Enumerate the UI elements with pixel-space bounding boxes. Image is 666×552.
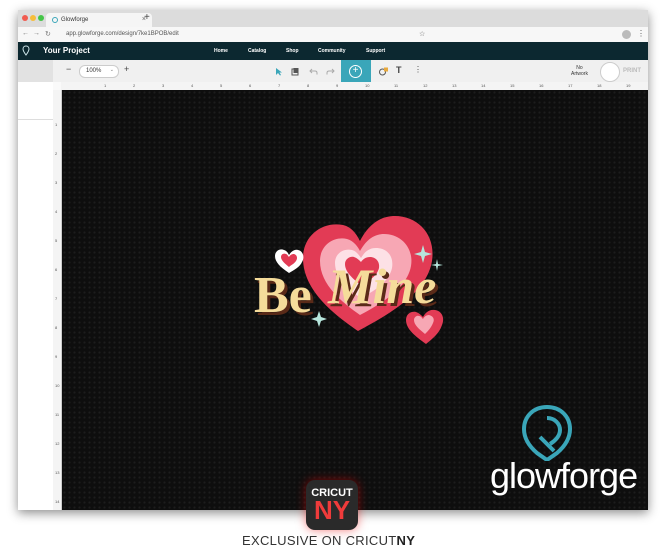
toolbar-left-panel xyxy=(18,60,53,82)
more-options-icon[interactable]: ⋮ xyxy=(414,65,422,74)
ruler-tick-label: 13 xyxy=(452,83,457,88)
ruler-tick-label: 1 xyxy=(104,83,107,88)
ruler-tick-label: 5 xyxy=(220,83,223,88)
cricutny-badge: CRICUT NY xyxy=(306,480,358,530)
zoom-out-button[interactable]: − xyxy=(66,64,71,74)
bookmark-star-icon[interactable]: ☆ xyxy=(419,30,425,38)
panel-divider xyxy=(18,119,53,120)
nav-community[interactable]: Community xyxy=(318,48,346,54)
ruler-tick-label: 14 xyxy=(55,499,60,504)
layers-icon[interactable] xyxy=(291,67,300,76)
ruler-tick-label: 2 xyxy=(55,151,58,156)
glowforge-mark-icon xyxy=(521,404,573,461)
ruler-tick-label: 6 xyxy=(249,83,252,88)
ruler-tick-label: 19 xyxy=(626,83,631,88)
ruler-tick-label: 8 xyxy=(55,325,58,330)
text-tool-icon[interactable]: T xyxy=(396,65,402,75)
glowforge-wordmark: glowforge xyxy=(490,455,638,496)
redo-icon[interactable] xyxy=(326,67,335,76)
close-window-button[interactable] xyxy=(22,15,28,21)
ruler-tick-label: 14 xyxy=(481,83,486,88)
browser-tab[interactable]: Glowforge × xyxy=(46,13,152,27)
browser-menu-icon[interactable]: ⋮ xyxy=(637,29,645,38)
ruler-tick-label: 17 xyxy=(568,83,573,88)
browser-tab-bar: Glowforge × + xyxy=(18,10,648,27)
glowforge-watermark: glowforge xyxy=(490,403,638,496)
ruler-tick-label: 12 xyxy=(423,83,428,88)
select-cursor-icon[interactable] xyxy=(275,67,283,76)
project-title[interactable]: Your Project xyxy=(43,46,90,55)
nav-home[interactable]: Home xyxy=(214,48,228,54)
maximize-window-button[interactable] xyxy=(38,15,44,21)
nav-catalog[interactable]: Catalog xyxy=(248,48,266,54)
profile-avatar[interactable] xyxy=(622,30,631,39)
left-side-panel xyxy=(18,82,53,510)
ruler-tick-label: 3 xyxy=(55,180,58,185)
editor-toolbar: − 100% ⌄ + + T ⋮ No Artwork PRINT xyxy=(18,60,648,83)
plus-circle-icon: + xyxy=(349,65,362,78)
ruler-tick-label: 10 xyxy=(55,383,60,388)
new-tab-button[interactable]: + xyxy=(144,12,150,23)
undo-icon[interactable] xyxy=(309,67,318,76)
design-text-be: Be xyxy=(254,267,312,324)
print-status-line2: Artwork xyxy=(571,71,588,77)
zoom-in-button[interactable]: + xyxy=(124,64,129,74)
glowforge-favicon-icon xyxy=(52,17,58,23)
be-mine-heart-design[interactable]: Be Be Mine Mine xyxy=(243,203,453,348)
chevron-down-icon: ⌄ xyxy=(109,67,114,73)
zoom-select[interactable]: 100% ⌄ xyxy=(79,65,119,78)
ruler-tick-label: 8 xyxy=(307,83,310,88)
app-header: Your Project Home Catalog Shop Community… xyxy=(18,42,648,60)
print-button[interactable] xyxy=(600,62,620,82)
print-status: No Artwork xyxy=(571,65,588,77)
forward-arrow-icon[interactable]: → xyxy=(33,30,40,37)
ruler-tick-label: 6 xyxy=(55,267,58,272)
ruler-tick-label: 11 xyxy=(55,412,60,417)
glowforge-logo-icon[interactable] xyxy=(22,45,30,56)
ruler-tick-label: 4 xyxy=(191,83,194,88)
ruler-tick-label: 12 xyxy=(55,441,60,446)
exclusive-caption-suffix: NY xyxy=(396,533,416,548)
reload-icon[interactable]: ↻ xyxy=(45,30,51,38)
nav-support[interactable]: Support xyxy=(366,48,385,54)
address-bar[interactable]: app.glowforge.com/design/7ke1BPOB/edit ☆ xyxy=(63,30,623,39)
ruler-tick-label: 7 xyxy=(278,83,281,88)
add-artwork-button[interactable]: + xyxy=(341,60,371,82)
tab-title: Glowforge xyxy=(61,17,89,23)
ruler-tick-label: 9 xyxy=(55,354,58,359)
address-bar-row: ← → ↻ app.glowforge.com/design/7ke1BPOB/… xyxy=(18,27,648,43)
ruler-tick-label: 4 xyxy=(55,209,58,214)
url-text[interactable]: app.glowforge.com/design/7ke1BPOB/edit xyxy=(66,31,179,37)
ruler-tick-label: 2 xyxy=(133,83,136,88)
back-arrow-icon[interactable]: ← xyxy=(22,30,29,37)
exclusive-caption: EXCLUSIVE ON CRICUTNY xyxy=(242,533,415,548)
zoom-level: 100% xyxy=(86,68,102,74)
minimize-window-button[interactable] xyxy=(30,15,36,21)
exclusive-caption-prefix: EXCLUSIVE ON CRICUT xyxy=(242,533,397,548)
ruler-tick-label: 11 xyxy=(394,83,399,88)
ruler-tick-label: 18 xyxy=(597,83,602,88)
design-text-mine: Mine xyxy=(327,258,436,314)
badge-ny-text: NY xyxy=(313,495,351,525)
ruler-tick-label: 16 xyxy=(539,83,544,88)
shapes-icon[interactable] xyxy=(379,66,389,76)
ruler-tick-label: 9 xyxy=(336,83,339,88)
ruler-tick-label: 7 xyxy=(55,296,58,301)
ruler-tick-label: 15 xyxy=(510,83,515,88)
ruler-tick-label: 3 xyxy=(162,83,165,88)
vertical-ruler: 1 2 3 4 5 6 7 8 9 10 11 12 13 14 xyxy=(53,90,62,510)
print-label: PRINT xyxy=(623,68,641,74)
ruler-tick-label: 13 xyxy=(55,470,60,475)
ruler-tick-label: 1 xyxy=(55,122,58,127)
ruler-tick-label: 5 xyxy=(55,238,58,243)
nav-shop[interactable]: Shop xyxy=(286,48,299,54)
ruler-tick-label: 10 xyxy=(365,83,370,88)
